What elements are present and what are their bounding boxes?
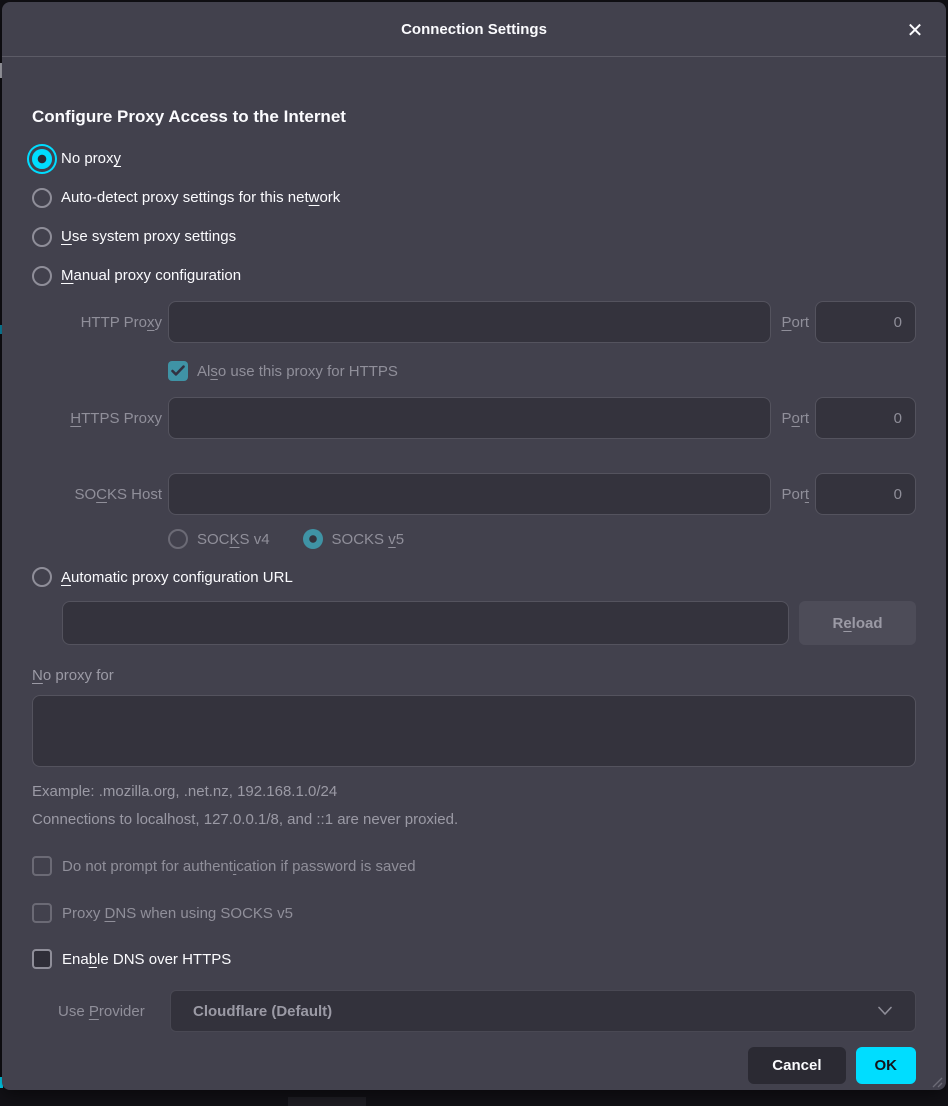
radio-row-auto-detect[interactable]: Auto-detect proxy settings for this netw… — [32, 178, 916, 217]
no-proxy-for-textarea — [32, 695, 916, 767]
also-https-checkbox — [168, 361, 188, 381]
no-proxy-for-label: No proxy for — [32, 667, 916, 687]
proxy-dns-label: Proxy DNS when using SOCKS v5 — [62, 905, 293, 922]
enable-doh-checkbox[interactable] — [32, 949, 52, 969]
connection-settings-dialog: Connection Settings ✕ Configure Proxy Ac… — [2, 2, 946, 1090]
radio-row-system-proxy[interactable]: Use system proxy settings — [32, 217, 916, 256]
socks-v4-radio — [168, 529, 188, 549]
no-prompt-auth-row: Do not prompt for authentication if pass… — [32, 851, 916, 881]
socks-host-row: SOCKS Host Port — [32, 473, 916, 515]
doh-provider-dropdown: Cloudflare (Default) — [170, 990, 916, 1032]
dialog-title: Connection Settings — [401, 21, 547, 38]
socks-host-label: SOCKS Host — [32, 486, 162, 503]
doh-provider-row: Use Provider Cloudflare (Default) — [32, 990, 916, 1032]
dialog-footer: Cancel OK — [32, 1047, 916, 1084]
radio-row-auto-url[interactable]: Automatic proxy configuration URL — [32, 563, 916, 591]
proxy-dns-checkbox — [32, 903, 52, 923]
also-https-label: Also use this proxy for HTTPS — [197, 363, 398, 380]
dialog-body: Configure Proxy Access to the Internet N… — [2, 105, 946, 1084]
dialog-titlebar: Connection Settings ✕ — [2, 2, 946, 57]
doh-provider-value: Cloudflare (Default) — [193, 1003, 332, 1020]
https-port-label: Port — [781, 410, 809, 427]
https-port-input — [815, 397, 916, 439]
socks-v4-label: SOCKS v4 — [197, 531, 270, 548]
proxy-dns-row: Proxy DNS when using SOCKS v5 — [32, 898, 916, 928]
auto-url-input — [62, 601, 789, 645]
reload-button: Reload — [799, 601, 916, 645]
socks-host-input — [168, 473, 771, 515]
enable-doh-row[interactable]: Enable DNS over HTTPS — [32, 944, 916, 974]
https-proxy-label: HTTPS Proxy — [32, 410, 162, 427]
use-provider-label: Use Provider — [58, 1003, 170, 1020]
enable-doh-label: Enable DNS over HTTPS — [62, 951, 231, 968]
chevron-down-icon — [877, 1006, 893, 1016]
http-proxy-label: HTTP Proxy — [32, 314, 162, 331]
http-port-input — [815, 301, 916, 343]
no-prompt-auth-checkbox — [32, 856, 52, 876]
no-proxy-radio[interactable] — [32, 149, 52, 169]
http-port-label: Port — [781, 314, 809, 331]
https-proxy-row: HTTPS Proxy Port — [32, 397, 916, 439]
socks-port-label: Port — [781, 486, 809, 503]
also-https-row: Also use this proxy for HTTPS — [168, 357, 916, 385]
radio-row-manual-proxy[interactable]: Manual proxy configuration — [32, 256, 916, 295]
socks-v5-radio — [303, 529, 323, 549]
no-proxy-example-text: Example: .mozilla.org, .net.nz, 192.168.… — [32, 783, 916, 803]
ok-button[interactable]: OK — [856, 1047, 917, 1084]
no-proxy-label: No proxy — [61, 150, 121, 167]
auto-url-label: Automatic proxy configuration URL — [61, 569, 293, 586]
manual-proxy-radio[interactable] — [32, 266, 52, 286]
proxy-mode-radio-group: No proxy Auto-detect proxy settings for … — [32, 139, 916, 295]
system-proxy-label: Use system proxy settings — [61, 228, 236, 245]
check-icon — [171, 365, 185, 377]
close-icon[interactable]: ✕ — [900, 15, 930, 45]
no-prompt-auth-label: Do not prompt for authentication if pass… — [62, 858, 416, 875]
radio-row-no-proxy[interactable]: No proxy — [32, 139, 916, 178]
auto-url-radio[interactable] — [32, 567, 52, 587]
auto-detect-radio[interactable] — [32, 188, 52, 208]
resize-grip-icon[interactable] — [928, 1073, 943, 1088]
socks-port-input — [815, 473, 916, 515]
http-proxy-input — [168, 301, 771, 343]
cancel-button[interactable]: Cancel — [748, 1047, 845, 1084]
socks-v5-label: SOCKS v5 — [332, 531, 405, 548]
section-heading: Configure Proxy Access to the Internet — [32, 105, 916, 129]
backdrop-page-fragment — [288, 1097, 366, 1106]
socks-version-row: SOCKS v4 SOCKS v5 — [168, 527, 916, 551]
auto-detect-label: Auto-detect proxy settings for this netw… — [61, 189, 340, 206]
https-proxy-input — [168, 397, 771, 439]
localhost-note-text: Connections to localhost, 127.0.0.1/8, a… — [32, 811, 916, 831]
http-proxy-row: HTTP Proxy Port — [32, 301, 916, 343]
auto-url-row: Reload — [62, 601, 916, 645]
system-proxy-radio[interactable] — [32, 227, 52, 247]
manual-proxy-label: Manual proxy configuration — [61, 267, 241, 284]
